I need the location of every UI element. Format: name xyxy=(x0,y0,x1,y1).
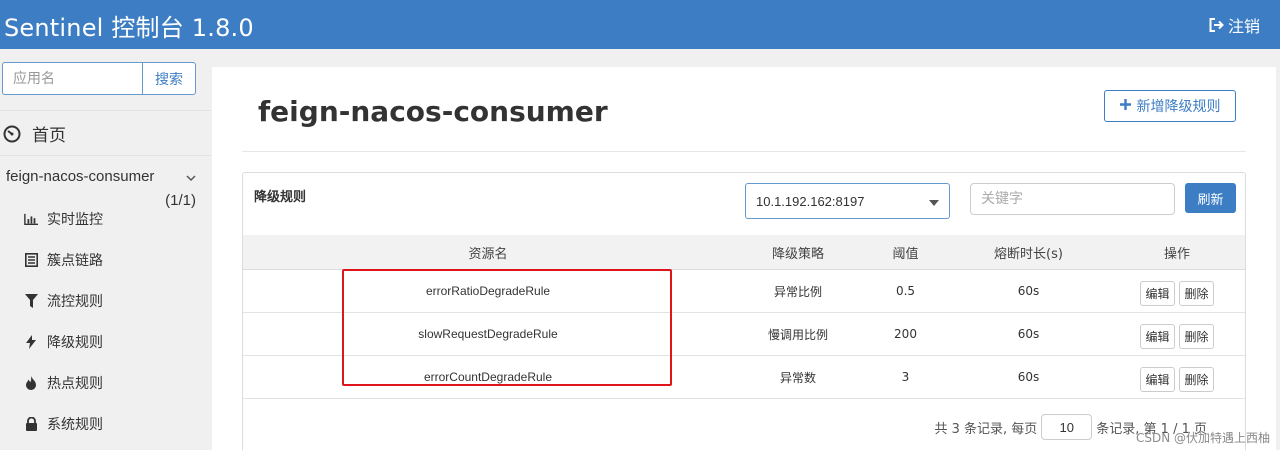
table-row: errorRatioDegradeRule 异常比例 0.5 60s 编辑 删除 xyxy=(243,270,1245,313)
machine-select-value: 10.1.192.162:8197 xyxy=(756,193,865,209)
brand-title[interactable]: Sentinel 控制台 1.8.0 xyxy=(4,8,254,43)
app-search: 搜索 xyxy=(2,62,196,95)
sign-out-icon xyxy=(1209,18,1225,32)
sidebar-item-label: 热点规则 xyxy=(47,376,103,392)
logout-link[interactable]: 注销 xyxy=(1209,13,1260,37)
add-degrade-rule-button[interactable]: 新增降级规则 xyxy=(1104,90,1236,122)
cell-duration: 60s xyxy=(1017,370,1040,384)
cell-threshold: 0.5 xyxy=(895,284,916,298)
edit-button[interactable]: 编辑 xyxy=(1140,323,1175,349)
sidebar-item-label: 流控规则 xyxy=(47,294,103,310)
sidebar-item-label: 降级规则 xyxy=(47,335,103,351)
filter-icon xyxy=(24,294,38,308)
sidebar-item-label: 实时监控 xyxy=(47,212,103,228)
sidebar-item-label: 系统规则 xyxy=(47,417,103,433)
machine-select[interactable]: 10.1.192.162:8197 xyxy=(745,183,950,219)
sidebar-item-flow-rules[interactable]: 流控规则 xyxy=(0,281,211,321)
top-navbar: Sentinel 控制台 1.8.0 注销 xyxy=(0,0,1280,49)
list-icon xyxy=(24,253,38,267)
cell-strategy: 异常比例 xyxy=(773,284,822,299)
cell-strategy: 异常数 xyxy=(779,370,816,385)
fire-icon xyxy=(24,376,38,390)
column-header-strategy: 降级策略 xyxy=(771,246,824,262)
title-divider xyxy=(242,151,1246,152)
caret-down-icon xyxy=(929,194,939,209)
delete-button[interactable]: 删除 xyxy=(1179,280,1214,306)
sidebar-item-system-rules[interactable]: 系统规则 xyxy=(0,404,211,444)
cell-actions: 编辑 删除 xyxy=(1109,356,1245,398)
card-title: 降级规则 xyxy=(254,190,307,205)
table-header: 资源名 降级策略 阈值 熔断时长(s) 操作 xyxy=(243,235,1245,270)
delete-button[interactable]: 删除 xyxy=(1179,323,1214,349)
column-header-duration: 熔断时长(s) xyxy=(994,246,1063,262)
bar-chart-icon xyxy=(24,213,38,226)
cell-threshold: 3 xyxy=(901,370,910,384)
cell-resource: errorRatioDegradeRule xyxy=(425,284,551,298)
sidebar-item-home[interactable]: 首页 xyxy=(0,111,211,156)
app-name: feign-nacos-consumer xyxy=(6,168,155,185)
cell-strategy: 慢调用比例 xyxy=(767,327,828,342)
edit-button[interactable]: 编辑 xyxy=(1140,280,1175,306)
watermark: CSDN @伏加特遇上西柚 xyxy=(1135,431,1270,445)
sidebar-divider xyxy=(0,155,211,156)
table-row: slowRequestDegradeRule 慢调用比例 200 60s 编辑 … xyxy=(243,313,1245,356)
sidebar-item-degrade-rules[interactable]: 降级规则 xyxy=(0,322,211,362)
delete-button[interactable]: 删除 xyxy=(1179,366,1214,392)
cell-actions: 编辑 删除 xyxy=(1109,313,1245,355)
add-degrade-rule-label: 新增降级规则 xyxy=(1136,99,1221,115)
search-button[interactable]: 搜索 xyxy=(142,62,196,95)
edit-button[interactable]: 编辑 xyxy=(1140,366,1175,392)
sidebar: 搜索 首页 feign-nacos-consumer (1/1) 实时监控 xyxy=(0,49,211,450)
degrade-rules-card: 降级规则 10.1.192.162:8197 刷新 资源名 降级策略 阈值 熔断… xyxy=(242,172,1246,450)
app-search-input[interactable] xyxy=(2,62,142,95)
logout-label: 注销 xyxy=(1227,17,1260,36)
cell-actions: 编辑 删除 xyxy=(1109,270,1245,312)
keyword-input[interactable] xyxy=(970,183,1175,215)
cell-resource: errorCountDegradeRule xyxy=(423,370,553,384)
pager-prefix: 共 3 条记录, 每页 xyxy=(934,421,1038,437)
cell-threshold: 200 xyxy=(894,327,917,341)
sidebar-item-label: 簇点链路 xyxy=(47,253,103,269)
refresh-button[interactable]: 刷新 xyxy=(1185,183,1236,213)
chevron-down-icon xyxy=(186,169,196,187)
cell-resource: slowRequestDegradeRule xyxy=(418,327,558,341)
main-panel: feign-nacos-consumer 新增降级规则 降级规则 10.1.19… xyxy=(212,67,1276,450)
sidebar-item-hotspot-rules[interactable]: 热点规则 xyxy=(0,363,211,403)
rules-table: 资源名 降级策略 阈值 熔断时长(s) 操作 errorRatioDegrade… xyxy=(243,235,1245,399)
bolt-icon xyxy=(24,335,38,349)
column-header-resource: 资源名 xyxy=(468,246,508,262)
column-header-threshold: 阈值 xyxy=(892,246,919,262)
sidebar-item-realtime-monitor[interactable]: 实时监控 xyxy=(0,199,211,239)
cell-duration: 60s xyxy=(1017,284,1040,298)
column-header-actions: 操作 xyxy=(1163,246,1190,262)
lock-icon xyxy=(24,417,38,431)
sidebar-item-label: 首页 xyxy=(32,126,66,146)
page-title: feign-nacos-consumer xyxy=(258,95,608,128)
right-gutter xyxy=(1276,49,1280,450)
table-row: errorCountDegradeRule 异常数 3 60s 编辑 删除 xyxy=(243,356,1245,399)
cell-duration: 60s xyxy=(1017,327,1040,341)
dashboard-icon xyxy=(2,125,22,143)
sidebar-item-cluster-link[interactable]: 簇点链路 xyxy=(0,240,211,280)
plus-icon xyxy=(1119,98,1131,114)
page-size-input[interactable] xyxy=(1041,414,1093,440)
